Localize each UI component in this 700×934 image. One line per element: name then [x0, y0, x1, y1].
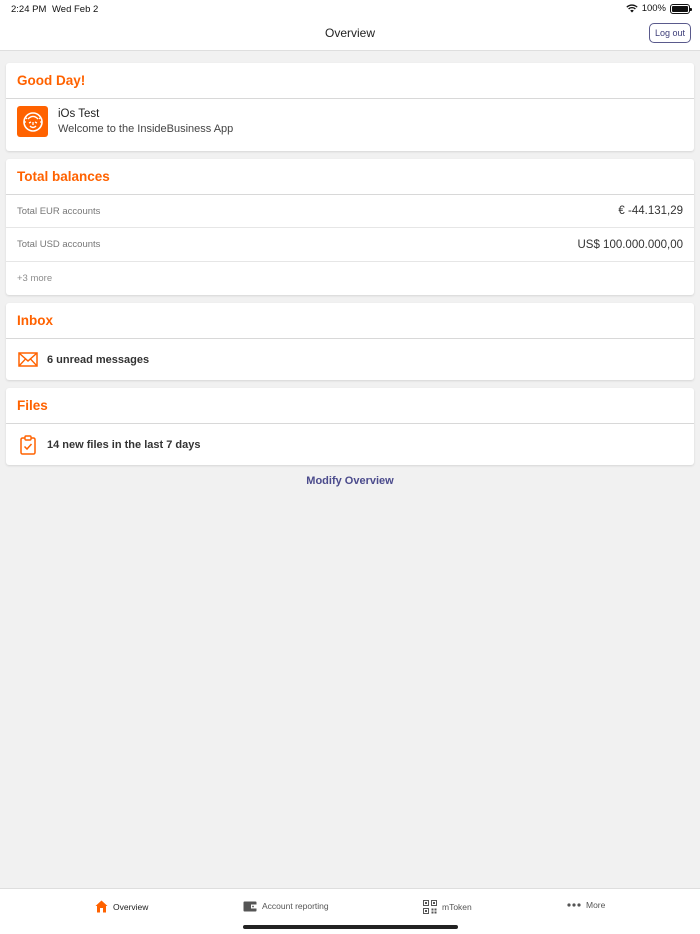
tab-label: mToken	[442, 902, 472, 912]
wifi-icon	[626, 4, 638, 13]
greeting-title: Good Day!	[6, 63, 694, 99]
more-balances-row[interactable]: +3 more	[6, 262, 694, 295]
files-title: Files	[6, 388, 694, 424]
status-right: 100%	[626, 3, 692, 14]
new-files-text: 14 new files in the last 7 days	[47, 438, 201, 451]
qr-code-icon	[423, 900, 437, 914]
tab-label: Overview	[113, 901, 149, 912]
balances-card[interactable]: Total balances Total EUR accounts € -44.…	[6, 159, 694, 295]
tab-label: Account reporting	[262, 901, 329, 911]
navigation-bar: Overview Log out	[0, 18, 700, 51]
balance-value: US$ 100.000.000,00	[577, 238, 683, 251]
status-bar: 2:24 PM Wed Feb 2 100%	[0, 0, 700, 18]
tab-mtoken[interactable]: mToken	[423, 900, 472, 914]
status-date: Wed Feb 2	[52, 4, 99, 15]
tab-account-reporting[interactable]: Account reporting	[243, 900, 329, 912]
balance-row-eur[interactable]: Total EUR accounts € -44.131,29	[6, 195, 694, 228]
welcome-row: iOs Test Welcome to the InsideBusiness A…	[6, 99, 694, 144]
battery-icon	[670, 3, 692, 14]
welcome-message: Welcome to the InsideBusiness App	[58, 123, 234, 135]
tab-label: More	[586, 900, 606, 910]
home-icon	[95, 900, 108, 913]
page-title: Overview	[324, 26, 375, 40]
tab-more[interactable]: More	[567, 900, 605, 910]
greeting-card: Good Day! iOs Test Welcome to the Inside…	[6, 63, 694, 151]
unread-messages-text: 6 unread messages	[47, 353, 150, 366]
modify-overview-link[interactable]: Modify Overview	[0, 475, 700, 487]
status-time: 2:24 PM	[11, 4, 47, 15]
files-card[interactable]: Files 14 new files in the last 7 days	[6, 388, 694, 465]
inbox-title: Inbox	[6, 303, 694, 339]
balance-row-usd[interactable]: Total USD accounts US$ 100.000.000,00	[6, 228, 694, 262]
balance-label: Total EUR accounts	[17, 205, 101, 217]
new-files-row[interactable]: 14 new files in the last 7 days	[6, 424, 694, 465]
more-balances-link[interactable]: +3 more	[17, 273, 52, 284]
logout-button[interactable]: Log out	[648, 23, 691, 43]
user-name: iOs Test	[58, 108, 100, 120]
inbox-card[interactable]: Inbox 6 unread messages	[6, 303, 694, 380]
unread-messages-row[interactable]: 6 unread messages	[6, 339, 694, 380]
clipboard-check-icon	[17, 434, 39, 456]
wallet-icon	[243, 901, 257, 912]
balance-label: Total USD accounts	[17, 239, 101, 250]
tab-overview[interactable]: Overview	[95, 900, 148, 913]
more-dots-icon	[567, 903, 581, 907]
ing-lion-logo-icon	[17, 106, 48, 137]
envelope-icon	[17, 349, 39, 371]
home-indicator[interactable]	[243, 925, 458, 929]
balance-value: € -44.131,29	[618, 205, 683, 217]
balances-title: Total balances	[6, 159, 694, 195]
battery-percent: 100%	[641, 3, 666, 14]
